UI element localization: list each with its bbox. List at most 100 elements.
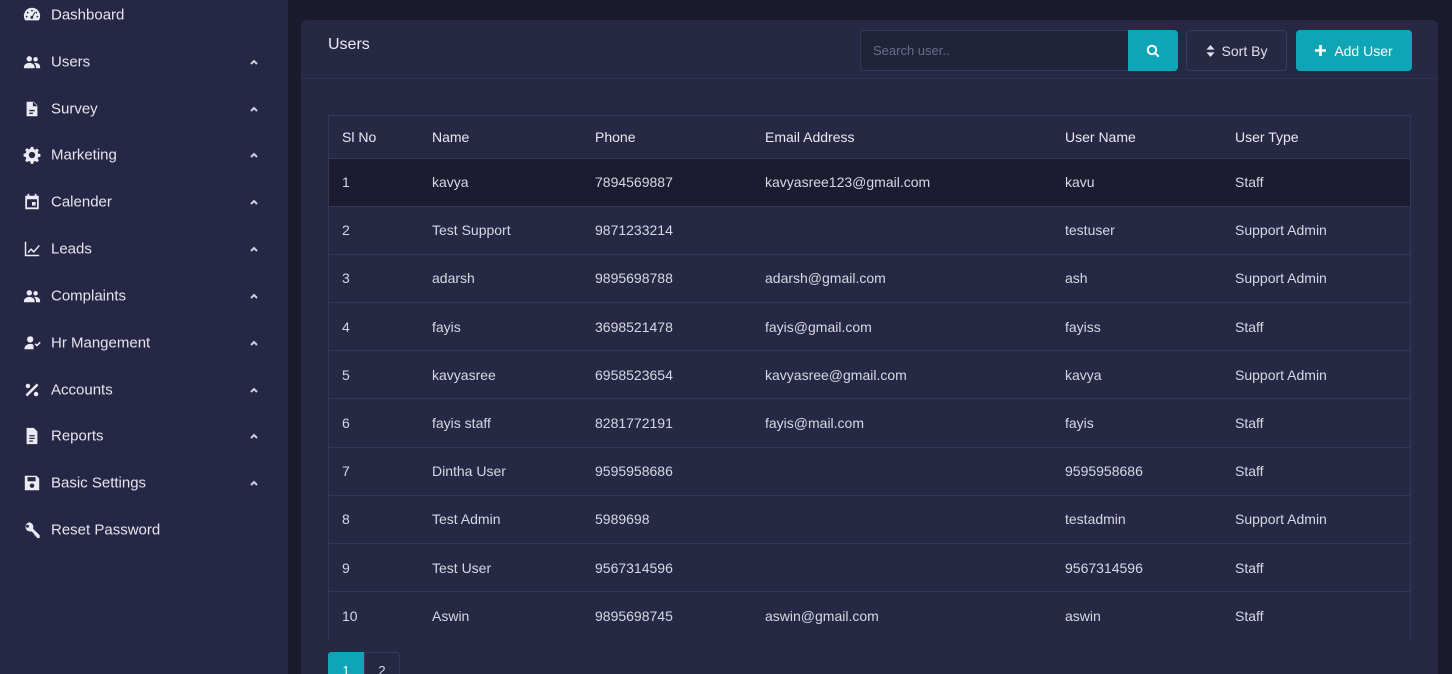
table-row[interactable]: 4 fayis 3698521478 fayis@gmail.com fayiss Sta… [329,302,1410,352]
column-header-user-name[interactable]: User Name [1052,116,1222,159]
cell-phone: 3698521478 [582,302,752,352]
chevron-up-icon[interactable] [248,103,260,115]
sidebar-item-survey[interactable]: Survey [0,94,288,124]
add-user-label: Add User [1334,42,1393,59]
cell-user-name: fayis [1052,398,1222,448]
table-row[interactable]: 2 Test Support 9871233214 testuser Support A… [329,206,1410,255]
column-header-email[interactable]: Email Address [752,116,1052,159]
sidebar-item-label: Basic Settings [51,474,147,492]
key-icon [22,520,42,540]
cell-sl-no: 1 [329,158,419,207]
cell-phone: 9567314596 [582,543,752,593]
cell-sl-no: 3 [329,254,419,304]
chevron-up-icon[interactable] [248,56,260,68]
cell-name: Test User [419,543,582,593]
sidebar-item-basic-settings[interactable]: Basic Settings [0,468,288,498]
sidebar-item-complaints[interactable]: Complaints [0,281,288,311]
table-header: Sl No Name Phone Email Address User Name… [329,116,1410,159]
sidebar-item-reports[interactable]: Reports [0,421,288,451]
table-row[interactable]: 7 Dintha User 9595958686 9595958686 Staff [329,447,1410,496]
chevron-up-icon[interactable] [248,290,260,302]
chevron-up-icon[interactable] [248,384,260,396]
sidebar-item-label: Accounts [51,381,113,399]
cell-user-name: aswin [1065,608,1101,625]
users-card: Users Sort By Add User [301,20,1438,674]
table-row[interactable]: 10 Aswin 9895698745 aswin@gmail.com aswin Sta… [329,591,1410,640]
sidebar-item-dashboard[interactable]: Dashboard [0,0,288,30]
sidebar-item-label: Calender [51,193,112,211]
sort-by-button[interactable]: Sort By [1186,30,1287,71]
dashboard-icon [22,5,42,25]
users-icon [22,52,42,72]
sidebar-item-label: Reports [51,427,104,445]
table-header-row: Sl No Name Phone Email Address User Name… [329,116,1410,159]
column-header-sl-no[interactable]: Sl No [329,116,419,159]
column-header-phone[interactable]: Phone [582,116,752,159]
cell-name: kavyasree [419,350,582,400]
cell-user-type: Support Admin [1222,206,1410,255]
sidebar-item-label: Complaints [51,287,127,305]
chevron-up-icon[interactable] [248,430,260,442]
cell-user-type: Staff [1222,543,1410,593]
cell-email [752,543,1052,593]
users-icon [22,286,42,306]
cell-phone: 5989698 [582,495,752,545]
page-button-2[interactable]: 2 [364,652,400,674]
cell-phone: 9895698745 [595,608,673,625]
cell-name: adarsh [419,254,582,304]
cell-sl-no: 4 [329,302,419,352]
users-table-container: Sl No Name Phone Email Address User Name… [328,115,1411,640]
sidebar-item-label: Reset Password [51,521,161,539]
cell-email: fayis@mail.com [752,398,1052,448]
cell-email: adarsh@gmail.com [752,254,1052,304]
sidebar-item-label: Users [51,53,91,71]
cell-email: fayis@gmail.com [752,302,1052,352]
chevron-up-icon[interactable] [248,149,260,161]
add-user-button[interactable]: Add User [1296,30,1412,71]
cell-user-name: 9595958686 [1052,447,1222,496]
cell-user-type: Support Admin [1222,495,1410,545]
chevron-up-icon[interactable] [248,196,260,208]
chevron-up-icon[interactable] [248,477,260,489]
table-row[interactable]: 6 fayis staff 8281772191 fayis@mail.com fayi… [329,398,1410,448]
chevron-up-icon[interactable] [248,337,260,349]
cell-name: kavya [419,158,582,207]
cell-user-type: Staff [1222,398,1410,448]
cell-email: aswin@gmail.com [765,608,879,625]
cell-user-type: Support Admin [1222,350,1410,400]
card-header: Users Sort By Add User [301,20,1438,79]
sidebar-item-users[interactable]: Users [0,47,288,77]
table-row[interactable]: 5 kavyasree 6958523654 kavyasree@gmail.com k… [329,350,1410,400]
column-header-user-type[interactable]: User Type [1222,116,1410,159]
column-header-name[interactable]: Name [419,116,582,159]
sidebar-item-reset-password[interactable]: Reset Password [0,515,288,545]
table-row[interactable]: 3 adarsh 9895698788 adarsh@gmail.com ash Supp… [329,254,1410,304]
sidebar-item-leads[interactable]: Leads [0,234,288,264]
sidebar-item-calender[interactable]: Calender [0,187,288,217]
sidebar-item-hr-mangement[interactable]: Hr Mangement [0,328,288,358]
search-button[interactable] [1128,30,1178,71]
search-input[interactable] [860,30,1130,71]
cell-sl-no: 2 [329,206,419,255]
calendar-icon [22,192,42,212]
cell-name: Test Support [419,206,582,255]
chart-line-icon [22,239,42,259]
sidebar-item-accounts[interactable]: Accounts [0,375,288,405]
cell-name: fayis staff [419,398,582,448]
page-button-1[interactable]: 1 [328,652,364,674]
sort-by-label: Sort By [1221,42,1268,59]
sidebar-item-label: Dashboard [51,6,125,24]
gear-icon [22,145,42,165]
cell-user-type: Staff [1222,158,1410,207]
table-row[interactable]: 9 Test User 9567314596 9567314596 Staff [329,543,1410,593]
cell-name: Aswin [432,608,470,625]
chevron-up-icon[interactable] [248,243,260,255]
cell-user-name: ash [1052,254,1222,304]
search-icon [1146,44,1160,57]
table-row[interactable]: 8 Test Admin 5989698 testadmin Support Admin [329,495,1410,545]
sidebar-item-marketing[interactable]: Marketing [0,140,288,170]
table-row[interactable]: 1 kavya 7894569887 kavyasree123@gmail.com ka… [329,158,1410,207]
cell-user-type: Staff [1235,608,1264,625]
cell-sl-no: 8 [329,495,419,545]
cell-name: Test Admin [419,495,582,545]
